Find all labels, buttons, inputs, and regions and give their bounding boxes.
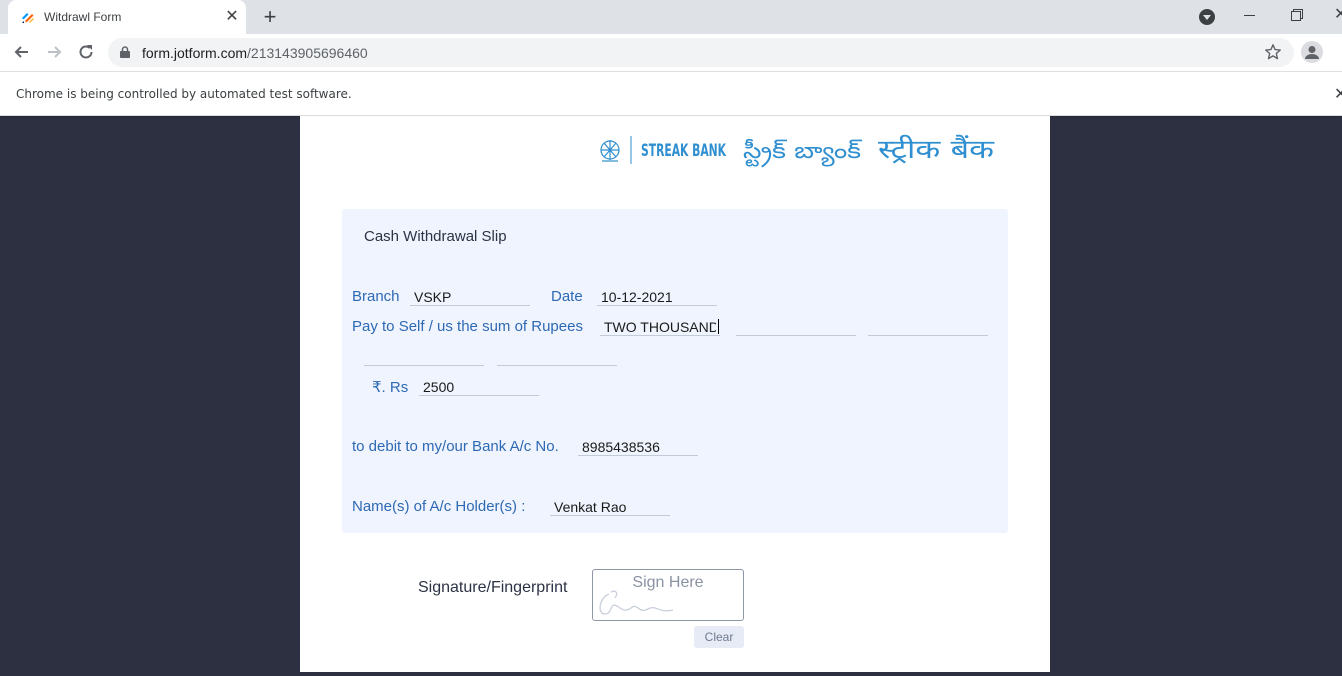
- automation-infobar: Chrome is being controlled by automated …: [0, 71, 1342, 116]
- jotform-favicon-icon: [22, 13, 34, 23]
- new-tab-button[interactable]: +: [260, 6, 280, 28]
- sum-words-input-3[interactable]: [868, 316, 988, 336]
- tab-title: Witdrawl Form: [44, 10, 122, 24]
- logo-telugu-text: స్ట్రీక్ బ్యాంక్: [743, 138, 863, 168]
- url-text[interactable]: form.jotform.com/213143905696460: [142, 45, 368, 61]
- streak-bank-logo: STREAK BANK స్ట్రీక్ బ్యాంక్ स्ट्रीक बैं…: [600, 134, 995, 168]
- date-input[interactable]: [597, 286, 717, 306]
- account-number-input[interactable]: [578, 436, 698, 456]
- browser-toolbar: form.jotform.com/213143905696460: [0, 34, 1342, 71]
- logo-english-text: STREAK BANK: [641, 141, 727, 161]
- signature-label: Signature/Fingerprint: [418, 579, 568, 596]
- minimize-icon[interactable]: [1244, 15, 1255, 16]
- slip-title: Cash Withdrawal Slip: [364, 228, 507, 245]
- amount-label: ₹. Rs: [372, 379, 409, 396]
- tab-search-icon[interactable]: [1199, 9, 1215, 25]
- sum-words-input-2[interactable]: [736, 316, 856, 336]
- tab-close-icon[interactable]: ✕: [224, 9, 240, 25]
- reload-icon[interactable]: [76, 42, 96, 62]
- bank-emblem-icon: [600, 140, 620, 162]
- branch-input[interactable]: [410, 286, 530, 306]
- date-label: Date: [551, 288, 583, 305]
- branch-label: Branch: [352, 288, 400, 305]
- sum-words-input-1[interactable]: [600, 316, 720, 336]
- amount-input[interactable]: [419, 376, 539, 396]
- lock-icon[interactable]: [120, 46, 130, 58]
- address-bar[interactable]: form.jotform.com/213143905696460: [108, 38, 1294, 67]
- sum-words-input-4[interactable]: [364, 346, 484, 366]
- tab-strip: Witdrawl Form ✕ + ✕: [0, 0, 1342, 34]
- infobar-close-icon[interactable]: ✕: [1334, 84, 1342, 104]
- account-label: to debit to my/our Bank A/c No.: [352, 438, 559, 455]
- form-card: STREAK BANK స్ట్రీక్ బ్యాంక్ स्ट्रीक बैं…: [300, 116, 1050, 672]
- sum-words-input-5[interactable]: [497, 346, 617, 366]
- profile-avatar-icon[interactable]: [1301, 41, 1323, 63]
- signature-pad[interactable]: Sign Here: [592, 569, 744, 621]
- withdrawal-slip-section: Cash Withdrawal Slip Branch Date Pay to …: [342, 209, 1008, 533]
- person-icon: [1305, 46, 1319, 59]
- logo-hindi-text: स्ट्रीक बैंक: [878, 134, 995, 165]
- holder-name-input[interactable]: [550, 496, 670, 516]
- clear-signature-button[interactable]: Clear: [694, 626, 744, 648]
- infobar-message: Chrome is being controlled by automated …: [16, 87, 352, 101]
- restore-window-icon[interactable]: [1291, 9, 1303, 21]
- signature-hint-scribble-icon: [599, 590, 674, 615]
- back-arrow-icon[interactable]: [12, 42, 32, 62]
- text-cursor: [718, 319, 719, 334]
- bookmark-star-icon[interactable]: [1264, 43, 1282, 61]
- forward-arrow-icon[interactable]: [44, 42, 64, 62]
- holder-label: Name(s) of A/c Holder(s) :: [352, 498, 526, 515]
- browser-tab-active[interactable]: Witdrawl Form ✕: [8, 0, 246, 34]
- close-window-icon[interactable]: ✕: [1334, 4, 1342, 24]
- sum-label: Pay to Self / us the sum of Rupees: [352, 318, 583, 335]
